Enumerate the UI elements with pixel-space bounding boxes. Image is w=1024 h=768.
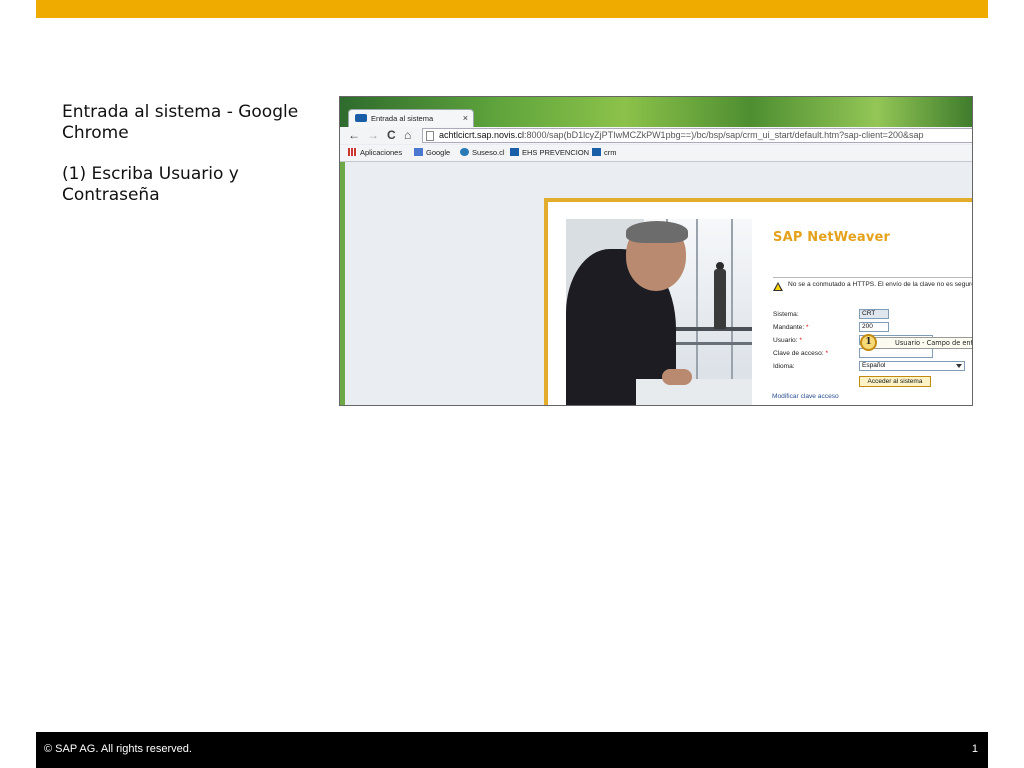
login-button[interactable]: Acceder al sistema <box>859 376 931 387</box>
idioma-label: Idioma: <box>773 363 795 370</box>
page-icon <box>426 131 434 141</box>
google-icon <box>414 148 423 156</box>
browser-tab-title: Entrada al sistema <box>371 114 434 123</box>
instructions-panel: Entrada al sistema - Google Chrome (1) E… <box>62 102 322 226</box>
back-arrow-icon[interactable]: ← <box>348 127 360 143</box>
apps-grid-icon <box>348 148 357 156</box>
close-tab-icon[interactable]: × <box>463 110 468 127</box>
instruction-title: Entrada al sistema - Google Chrome <box>62 102 299 143</box>
chevron-down-icon <box>956 364 962 368</box>
bookmarks-bar: Aplicaciones Google Suseso.cl EHS PREVEN… <box>340 145 972 162</box>
home-icon[interactable]: ⌂ <box>404 127 411 143</box>
footer-bar: © SAP AG. All rights reserved. 1 <box>36 732 988 768</box>
browser-toolbar: ← → C ⌂ achtlcicrt.sap.novis.cl:8000/sap… <box>340 127 972 144</box>
sistema-label: Sistema: <box>773 311 799 318</box>
login-frame <box>544 198 972 405</box>
idioma-select[interactable]: Español <box>859 361 965 371</box>
address-bar[interactable]: achtlcicrt.sap.novis.cl:8000/sap(bD1lcyZ… <box>422 128 972 143</box>
bookmark-apps[interactable]: Aplicaciones <box>348 145 402 161</box>
https-warning: No se a conmutado a HTTPS. El envío de l… <box>773 277 972 291</box>
login-photo <box>566 219 752 405</box>
browser-screenshot: Entrada al sistema × ← → C ⌂ achtlcicrt.… <box>339 96 973 406</box>
usuario-tooltip: Usuario - Campo de entrada <box>874 337 972 349</box>
usuario-label: Usuario: * <box>773 337 802 344</box>
bookmark-crm[interactable]: crm <box>592 145 617 161</box>
copyright-text: © SAP AG. All rights reserved. <box>44 743 192 755</box>
clave-label: Clave de acceso: * <box>773 350 829 357</box>
bookmark-google[interactable]: Google <box>414 145 450 161</box>
globe-icon <box>460 148 469 156</box>
sistema-field: CRT <box>859 309 889 319</box>
browser-tab[interactable]: Entrada al sistema × <box>348 109 474 127</box>
bookmark-ehs[interactable]: EHS PREVENCION <box>510 145 589 161</box>
bookmark-suseso[interactable]: Suseso.cl <box>460 145 505 161</box>
change-password-link[interactable]: Modificar clave acceso <box>772 393 839 400</box>
url-host: achtlcicrt.sap.novis.cl <box>439 130 525 140</box>
forward-arrow-icon[interactable]: → <box>367 127 379 143</box>
sap-favicon-icon <box>510 148 519 156</box>
accent-top-bar <box>36 0 988 18</box>
mandante-field[interactable]: 200 <box>859 322 889 332</box>
browser-title-bar: Entrada al sistema × <box>340 97 972 127</box>
url-path: :8000/sap(bD1lcyZjPTIwMCZkPW1pbg==)/bc/b… <box>524 130 924 140</box>
step-1-badge: 1 <box>860 334 877 351</box>
sap-netweaver-logo: SAP NetWeaver <box>773 230 891 245</box>
reload-icon[interactable]: C <box>387 127 396 143</box>
page-number: 1 <box>971 743 978 755</box>
mandante-label: Mandante: * <box>773 324 809 331</box>
sap-favicon-icon <box>355 114 367 122</box>
instruction-step: (1) Escriba Usuario y Contraseña <box>62 164 239 205</box>
sap-favicon-icon <box>592 148 601 156</box>
warning-icon <box>773 282 783 291</box>
